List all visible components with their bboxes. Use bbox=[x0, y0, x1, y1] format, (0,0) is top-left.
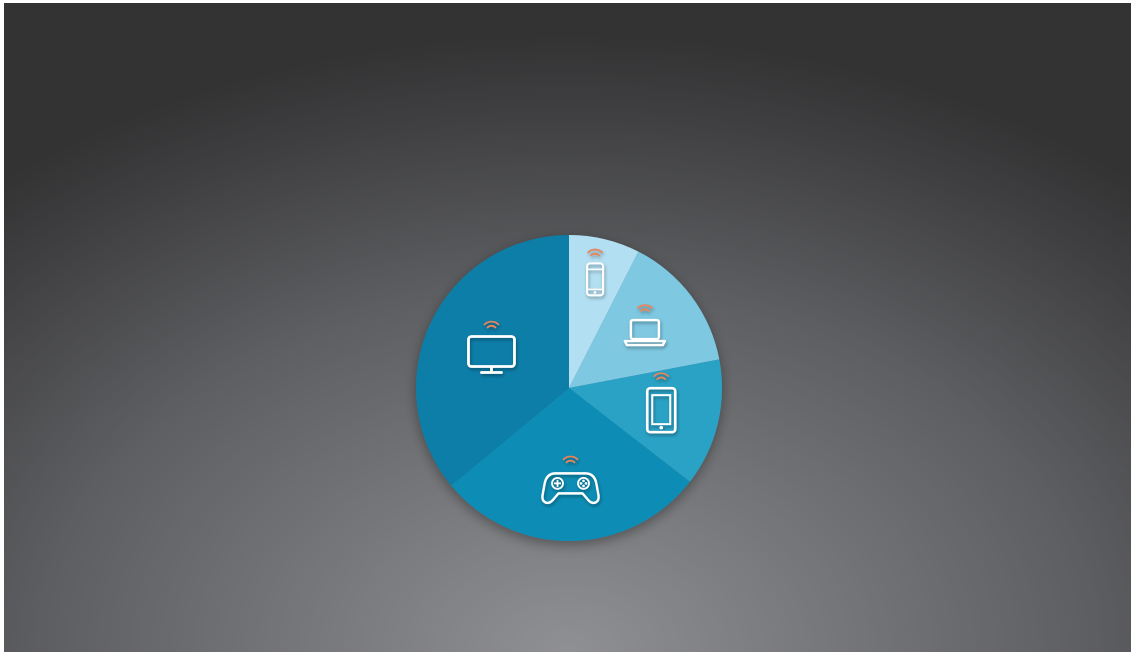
slide-background bbox=[4, 3, 1131, 652]
device-share-pie-chart bbox=[416, 235, 723, 542]
